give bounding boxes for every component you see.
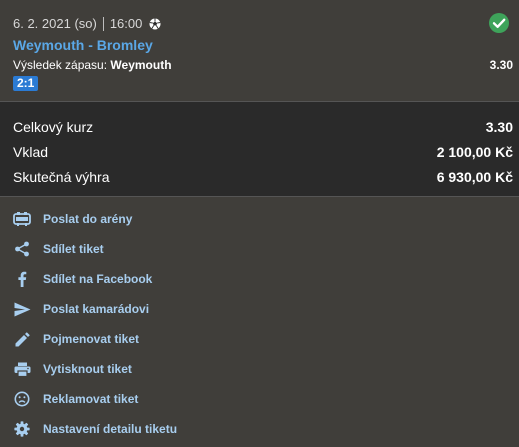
action-label: Poslat do arény	[43, 212, 133, 226]
sad-face-icon	[13, 390, 31, 408]
action-label: Pojmenovat tiket	[43, 332, 140, 346]
result-value: Weymouth	[110, 58, 172, 72]
print-ticket-link[interactable]: Vytisknout tiket	[13, 359, 132, 379]
match-time: 16:00	[109, 16, 143, 31]
claim-ticket-link[interactable]: Reklamovat tiket	[13, 389, 138, 409]
score-badge: 2:1	[13, 76, 39, 91]
arena-icon	[13, 210, 31, 228]
bet-result: Výsledek zápasu: Weymouth	[13, 58, 172, 72]
facebook-icon	[13, 270, 31, 288]
share-facebook-link[interactable]: Sdílet na Facebook	[13, 269, 152, 289]
gear-icon	[13, 420, 31, 438]
action-label: Sdílet na Facebook	[43, 272, 153, 286]
send-to-friend-link[interactable]: Poslat kamarádovi	[13, 299, 149, 319]
match-date: 6. 2. 2021 (so)	[13, 16, 97, 31]
rename-ticket-link[interactable]: Pojmenovat tiket	[13, 329, 139, 349]
match-teams-link[interactable]: Weymouth - Bromley	[13, 37, 153, 53]
total-odds-row: Celkový kurz 3.30	[13, 119, 513, 139]
win-label: Skutečná výhra	[13, 169, 110, 185]
share-ticket-link[interactable]: Sdílet tiket	[13, 239, 104, 259]
stake-row: Vklad 2 100,00 Kč	[13, 144, 513, 164]
total-odds-value: 3.30	[485, 119, 513, 135]
match-panel: 6. 2. 2021 (so) 16:00 Weymouth - Bromley…	[0, 0, 519, 100]
football-icon	[149, 18, 161, 29]
total-odds-label: Celkový kurz	[13, 119, 94, 135]
action-label: Poslat kamarádovi	[43, 302, 150, 316]
win-row: Skutečná výhra 6 930,00 Kč	[13, 169, 513, 189]
ticket-summary: Celkový kurz 3.30 Vklad 2 100,00 Kč Skut…	[0, 101, 519, 196]
share-icon	[13, 240, 31, 258]
print-icon	[13, 360, 31, 378]
action-label: Nastavení detailu tiketu	[43, 422, 178, 436]
action-label: Sdílet tiket	[43, 242, 104, 256]
stake-label: Vklad	[13, 144, 49, 160]
win-value: 6 930,00 Kč	[436, 169, 513, 185]
pencil-icon	[13, 330, 31, 348]
send-icon	[13, 300, 31, 318]
match-meta: 6. 2. 2021 (so) 16:00	[13, 16, 161, 31]
action-label: Reklamovat tiket	[43, 392, 139, 406]
divider	[102, 16, 104, 31]
stake-value: 2 100,00 Kč	[436, 144, 513, 160]
bet-odd: 3.30	[489, 58, 513, 72]
ticket-detail-settings-link[interactable]: Nastavení detailu tiketu	[13, 419, 177, 439]
send-to-arena-link[interactable]: Poslat do arény	[13, 209, 132, 229]
result-label: Výsledek zápasu:	[13, 58, 108, 72]
action-label: Vytisknout tiket	[43, 362, 132, 376]
won-check-icon	[489, 13, 509, 33]
ticket-actions: Poslat do arény Sdílet tiket Sdílet na F…	[0, 196, 519, 447]
